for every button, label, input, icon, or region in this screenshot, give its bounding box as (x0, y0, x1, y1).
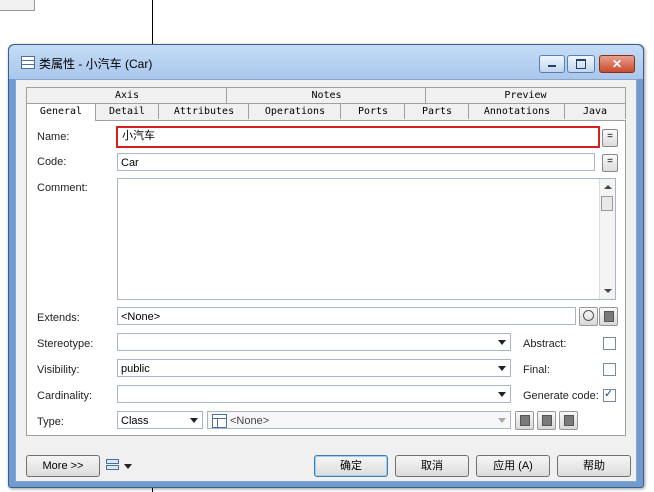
stereotype-label: Stereotype: (37, 338, 94, 350)
cardinality-label: Cardinality: (37, 390, 93, 402)
create-button[interactable] (515, 411, 534, 430)
dropdown-arrow-icon (498, 418, 506, 423)
stereotype-combo[interactable] (117, 333, 511, 351)
abstract-label: Abstract: (523, 338, 567, 350)
code-label: Code: (37, 156, 67, 168)
tab-attributes[interactable]: Attributes (158, 103, 250, 119)
name-label: Name: (37, 131, 70, 143)
type-label: Type: (37, 416, 64, 428)
close-icon: ✕ (611, 57, 623, 71)
dropdown-arrow-icon (498, 392, 506, 397)
tab-java[interactable]: Java (564, 103, 626, 119)
select-button[interactable] (537, 411, 556, 430)
general-tab-panel: Name: 小汽车 = Code: Car = Comment: Extends… (26, 120, 626, 436)
tab-row-top: Axis Notes Preview (26, 87, 626, 103)
dialog-client-area: Axis Notes Preview General Detail Attrib… (15, 79, 637, 482)
properties-icon (604, 311, 614, 322)
abstract-checkbox[interactable] (603, 337, 616, 350)
create-icon (520, 415, 530, 426)
visibility-label: Visibility: (37, 364, 80, 376)
dropdown-arrow-icon (498, 340, 506, 345)
name-input[interactable]: 小汽车 (116, 126, 600, 148)
visibility-value: public (121, 363, 150, 375)
apply-button[interactable]: 应用 (A) (476, 455, 550, 477)
window-title: 类属性 - 小汽车 (Car) (39, 57, 153, 71)
cancel-button[interactable]: 取消 (395, 455, 469, 477)
minimize-button[interactable] (539, 55, 565, 73)
cardinality-combo[interactable] (117, 385, 511, 403)
maximize-button[interactable] (567, 55, 595, 73)
close-button[interactable]: ✕ (599, 55, 635, 73)
ellipsis-search-icon (583, 310, 594, 321)
code-input[interactable]: Car (117, 153, 595, 171)
menu-dropdown-arrow-icon[interactable] (124, 464, 132, 469)
final-checkbox[interactable] (603, 363, 616, 376)
select-icon (542, 415, 552, 426)
background-window-fragment (0, 0, 35, 11)
select-parent-button[interactable] (579, 307, 598, 326)
visibility-combo[interactable]: public (117, 359, 511, 377)
extends-input[interactable]: <None> (117, 307, 576, 325)
more-button[interactable]: More >> (26, 455, 100, 477)
scroll-thumb[interactable] (601, 196, 613, 211)
comment-label: Comment: (37, 182, 88, 194)
generate-code-checkbox[interactable] (603, 387, 616, 402)
final-label: Final: (523, 364, 550, 376)
dropdown-arrow-icon (498, 366, 506, 371)
tab-operations[interactable]: Operations (248, 103, 342, 119)
menu-list-icon[interactable] (106, 458, 119, 472)
ok-button[interactable]: 确定 (314, 455, 388, 477)
comment-textarea[interactable] (117, 178, 616, 300)
comment-scrollbar[interactable] (599, 179, 615, 299)
title-bar[interactable]: 类属性 - 小汽车 (Car) ✕ (9, 45, 643, 79)
generate-code-label: Generate code: (523, 390, 599, 402)
extends-properties-button[interactable] (599, 307, 618, 326)
tab-general[interactable]: General (26, 103, 96, 121)
help-button[interactable]: 帮助 (557, 455, 631, 477)
background-line (152, 0, 153, 45)
scroll-down-arrow-icon[interactable] (604, 289, 612, 293)
type-combo[interactable]: Class (117, 411, 203, 429)
type-properties-button[interactable] (559, 411, 578, 430)
tab-axis[interactable]: Axis (26, 87, 228, 103)
dropdown-arrow-icon (190, 418, 198, 423)
code-name-sync-button[interactable]: = (602, 154, 618, 172)
class-table-icon (21, 56, 35, 69)
properties-icon (564, 415, 574, 426)
tab-notes[interactable]: Notes (226, 87, 427, 103)
class-table-icon (212, 414, 227, 428)
tab-detail[interactable]: Detail (94, 103, 160, 119)
tab-parts[interactable]: Parts (404, 103, 470, 119)
extends-label: Extends: (37, 312, 80, 324)
scroll-up-arrow-icon[interactable] (604, 185, 612, 189)
tab-ports[interactable]: Ports (340, 103, 406, 119)
tab-row-bottom: General Detail Attributes Operations Por… (26, 103, 626, 121)
type-value: Class (121, 415, 149, 427)
class-properties-dialog: 类属性 - 小汽车 (Car) ✕ Axis Notes Preview Gen… (8, 44, 644, 488)
type-target-combo[interactable]: <None> (207, 411, 511, 429)
tab-annotations[interactable]: Annotations (468, 103, 566, 119)
tab-preview[interactable]: Preview (425, 87, 626, 103)
type-target-value: <None> (230, 415, 270, 427)
name-code-sync-button[interactable]: = (602, 129, 618, 147)
